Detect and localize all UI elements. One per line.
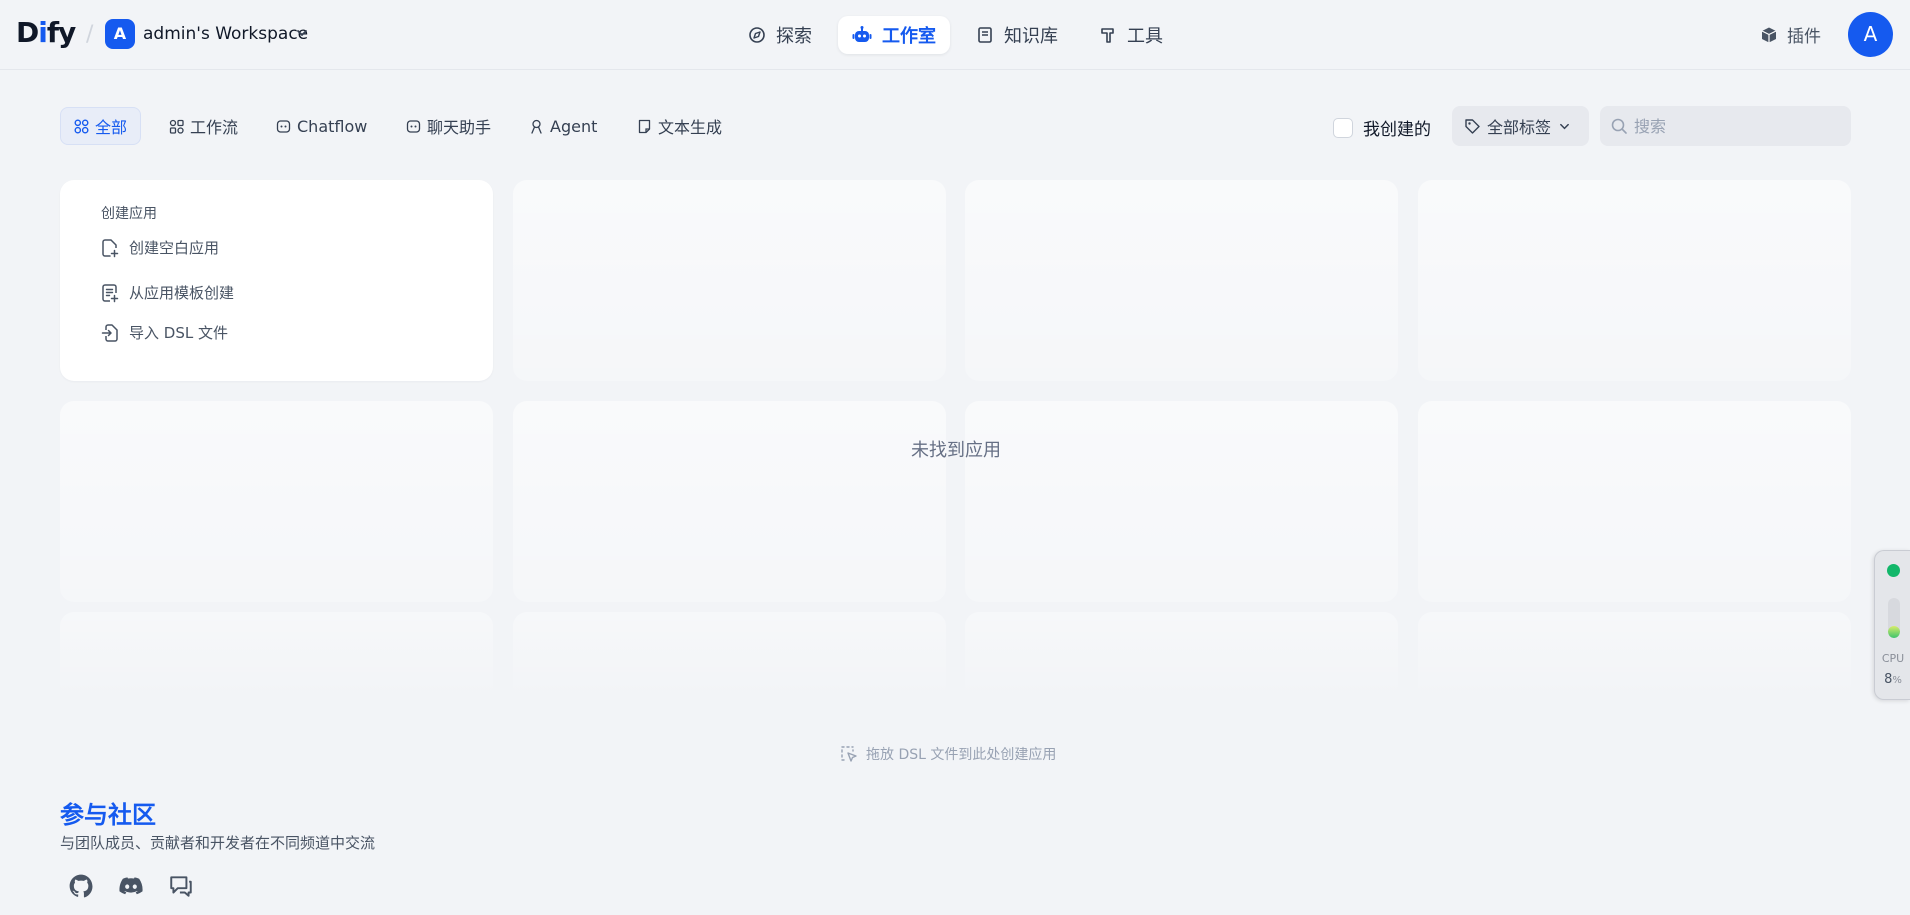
top-header: Dify / A admin's Workspace 探索 工作室 知识库 工具… <box>0 0 1910 70</box>
compass-icon <box>749 27 765 43</box>
tab-chatbot[interactable]: 聊天助手 <box>393 107 504 145</box>
drag-drop-icon <box>841 746 857 762</box>
cpu-value: 8% <box>1884 672 1902 687</box>
chat-bot-icon <box>406 119 421 133</box>
placeholder-card <box>965 612 1398 702</box>
status-dot <box>1887 564 1900 577</box>
user-avatar[interactable]: A <box>1848 12 1893 57</box>
nav-studio[interactable]: 工作室 <box>838 16 950 54</box>
hammer-icon <box>1101 28 1114 43</box>
nav-explore[interactable]: 探索 <box>734 16 826 54</box>
cpu-monitor-widget[interactable]: CPU 8% <box>1874 550 1910 700</box>
template-icon <box>102 283 119 302</box>
agent-icon <box>531 119 542 134</box>
community-description: 与团队成员、贡献者和开发者在不同频道中交流 <box>60 834 376 852</box>
create-item-label: 从应用模板创建 <box>129 284 235 302</box>
created-by-me-toggle[interactable]: 我创建的 <box>1333 115 1431 140</box>
placeholder-card <box>1418 180 1851 381</box>
breadcrumb-separator: / <box>86 22 94 47</box>
tab-label: 文本生成 <box>658 118 723 137</box>
created-by-me-label: 我创建的 <box>1363 120 1431 140</box>
nav-tools[interactable]: 工具 <box>1085 16 1177 54</box>
tab-completion[interactable]: 文本生成 <box>624 107 735 145</box>
created-by-me-checkbox[interactable] <box>1333 117 1353 138</box>
plugins-label: 插件 <box>1787 27 1821 47</box>
placeholder-card <box>60 612 493 702</box>
tags-filter-label: 全部标签 <box>1487 118 1552 137</box>
workspace-name[interactable]: admin's Workspace <box>143 24 308 44</box>
create-item-label: 创建空白应用 <box>129 239 220 257</box>
placeholder-card <box>1418 401 1851 602</box>
create-item-label: 导入 DSL 文件 <box>129 324 228 342</box>
placeholder-card <box>1418 612 1851 702</box>
plugins-button[interactable]: 插件 <box>1760 22 1821 47</box>
drop-hint-text: 拖放 DSL 文件到此处创建应用 <box>866 747 1057 763</box>
tab-label: Chatflow <box>297 116 368 136</box>
cpu-usage-fill <box>1888 626 1900 638</box>
import-icon <box>101 323 118 342</box>
create-app-card: 创建应用 创建空白应用 从应用模板创建 导入 DSL 文件 <box>60 180 493 381</box>
chatflow-icon <box>276 119 291 133</box>
create-blank-app-button[interactable]: 创建空白应用 <box>101 237 219 258</box>
tags-filter-select[interactable]: 全部标签 <box>1452 106 1589 146</box>
empty-state-message: 未找到应用 <box>911 440 1001 461</box>
nav-label: 探索 <box>776 26 812 47</box>
dsl-drop-hint: 拖放 DSL 文件到此处创建应用 <box>840 744 1056 764</box>
dify-logo[interactable]: Dify <box>16 16 76 49</box>
tag-icon <box>1465 118 1480 134</box>
forum-icon[interactable] <box>168 873 194 899</box>
placeholder-card <box>513 612 946 702</box>
placeholder-card <box>513 180 946 381</box>
workflow-icon <box>169 119 184 134</box>
community-title: 参与社区 <box>60 801 156 829</box>
search-icon <box>1611 118 1627 134</box>
tab-label: 工作流 <box>190 118 239 137</box>
placeholder-card <box>513 401 946 602</box>
create-app-title: 创建应用 <box>101 206 157 222</box>
chevron-down-icon <box>1560 123 1569 129</box>
tab-all[interactable]: 全部 <box>60 107 142 145</box>
tab-agent[interactable]: Agent <box>516 107 610 145</box>
nav-label: 工具 <box>1127 26 1163 47</box>
cube-icon <box>1761 27 1777 42</box>
create-from-template-button[interactable]: 从应用模板创建 <box>101 282 234 303</box>
placeholder-card <box>60 401 493 602</box>
import-dsl-button[interactable]: 导入 DSL 文件 <box>101 322 228 343</box>
tab-workflow[interactable]: 工作流 <box>156 107 251 145</box>
book-icon <box>978 27 992 43</box>
tab-chatflow[interactable]: Chatflow <box>263 107 380 145</box>
grid-icon <box>74 119 89 134</box>
file-text-icon <box>638 119 651 133</box>
tab-label: 聊天助手 <box>427 118 492 137</box>
nav-label: 知识库 <box>1004 26 1058 47</box>
search-input[interactable] <box>1634 116 1834 136</box>
discord-icon[interactable] <box>118 873 144 899</box>
tab-label: Agent <box>550 116 598 136</box>
file-plus-icon <box>102 238 119 257</box>
robot-icon <box>852 26 872 42</box>
workspace-avatar[interactable]: A <box>105 19 135 49</box>
chevron-down-icon[interactable] <box>296 27 308 39</box>
cpu-usage-bar <box>1888 598 1900 638</box>
nav-label: 工作室 <box>882 26 936 47</box>
tab-label: 全部 <box>95 118 128 137</box>
cpu-label: CPU <box>1881 652 1905 665</box>
nav-knowledge[interactable]: 知识库 <box>962 16 1072 54</box>
search-box[interactable] <box>1600 106 1851 146</box>
github-icon[interactable] <box>68 873 94 899</box>
placeholder-card <box>965 180 1398 381</box>
placeholder-card <box>965 401 1398 602</box>
